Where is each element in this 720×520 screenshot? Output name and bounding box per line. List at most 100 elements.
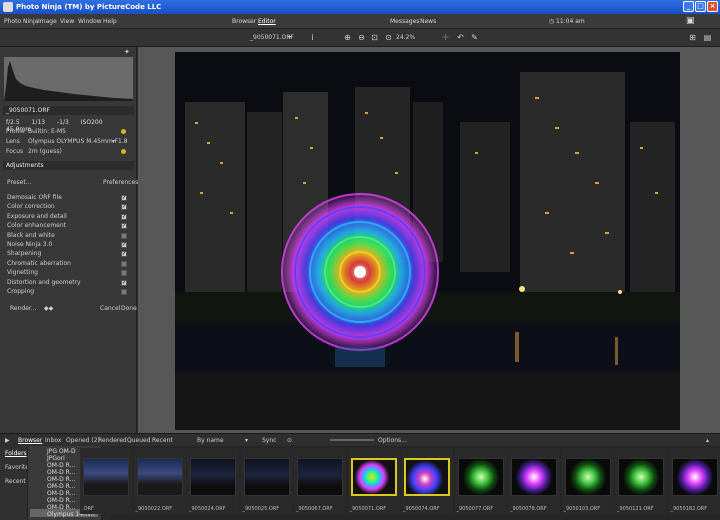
pen-icon[interactable]: ✎	[470, 33, 479, 42]
tab-messages[interactable]: Messages	[390, 18, 419, 25]
adjustment-label[interactable]: Chromatic aberration	[7, 260, 71, 267]
adjustment-label[interactable]: Vignetting	[7, 269, 38, 276]
render-button[interactable]: Render...	[10, 305, 37, 312]
thumbnail-tile[interactable]: _9050182.ORF	[668, 448, 720, 514]
maximize-button[interactable]: □	[695, 1, 706, 12]
exif-iso: ISO200	[80, 119, 103, 126]
folder-item[interactable]: OM-D R...	[47, 490, 75, 497]
done-button[interactable]: Done	[121, 305, 137, 312]
tab-queued[interactable]: Queued	[127, 437, 151, 444]
tab-browser-strip[interactable]: Browser	[18, 437, 42, 444]
zoom-out-icon[interactable]: ⊖	[357, 33, 366, 42]
panel-icon[interactable]: ▤	[703, 33, 712, 42]
thumbnail-tile[interactable]: _9050121.ORF	[615, 448, 667, 514]
expand-icon[interactable]: ▴	[706, 437, 709, 444]
thumbnail-tile[interactable]: _9050074.ORF	[401, 448, 453, 514]
fit-screen-icon[interactable]: ⊡	[370, 33, 379, 42]
thumbnail-tile[interactable]: _9050071.ORF	[347, 448, 400, 514]
menu-photo-ninja[interactable]: Photo Ninja	[4, 18, 38, 25]
adjustment-checkbox[interactable]: ✓	[121, 251, 127, 258]
thumbnail-tile[interactable]: _9050025.ORF	[240, 448, 293, 514]
tab-browser[interactable]: Browser	[232, 18, 256, 25]
chevron-down-icon[interactable]: ▾	[288, 34, 291, 41]
adjustment-label[interactable]: Color enhancement	[7, 222, 66, 229]
play-icon[interactable]: ◆◆	[44, 305, 53, 312]
photo-preview[interactable]	[175, 52, 680, 430]
refresh-icon[interactable]: ⊙	[287, 437, 292, 444]
folder-item[interactable]: JPGori	[47, 455, 65, 462]
thumb-size-slider[interactable]	[330, 439, 374, 441]
adjustment-checkbox[interactable]	[121, 260, 127, 267]
pin-icon[interactable]: ✦	[124, 48, 130, 56]
tab-rendered[interactable]: Rendered	[98, 437, 127, 444]
tab-inbox[interactable]: Inbox	[45, 437, 61, 444]
layout-icon[interactable]: ▣	[686, 16, 695, 26]
adjustment-checkbox[interactable]	[121, 232, 127, 239]
adjustment-label[interactable]: Sharpening	[7, 250, 41, 257]
zoom-in-icon[interactable]: ⊕	[343, 33, 352, 42]
thumbnail-tile[interactable]: _9050078.ORF	[508, 448, 560, 514]
adjustment-label[interactable]: Distortion and geometry	[7, 279, 81, 286]
thumbnail-tile[interactable]: .ORF	[80, 448, 132, 514]
folder-item[interactable]: OM-D R...	[47, 476, 75, 483]
adjustment-checkbox[interactable]: ✓	[121, 204, 127, 211]
folder-item[interactable]: OM-D R...	[47, 497, 75, 504]
folder-item[interactable]: JPG OM-D	[47, 448, 76, 455]
minimize-button[interactable]: _	[683, 1, 694, 12]
tab-opened[interactable]: Opened (2)	[66, 437, 100, 444]
preset-button[interactable]: Preset...	[7, 179, 31, 186]
adjustment-checkbox[interactable]: ✓	[121, 195, 127, 201]
adjustment-checkbox[interactable]: ✓	[121, 213, 127, 220]
profile-row[interactable]: Profile Builtin: E-M5	[6, 128, 66, 135]
menu-view[interactable]: View	[60, 18, 74, 25]
exif-summary: f/2.5 1/13 -1/3 ISO200 45.0mm	[6, 119, 136, 133]
folder-item[interactable]: OM-D R...	[47, 483, 75, 490]
folder-item[interactable]: OM-D R...	[47, 462, 75, 469]
adjustment-label[interactable]: Color correction	[7, 203, 55, 210]
adjustment-label[interactable]: Cropping	[7, 288, 34, 295]
menu-bar: Photo Ninja Image View Window Help Brows…	[0, 14, 720, 29]
actual-size-icon[interactable]: ⊙	[384, 33, 393, 42]
thumbnail-tile[interactable]: _9050067.ORF	[294, 448, 346, 514]
lens-row[interactable]: Lens Olympus OLYMPUS M.45mm F1.8	[6, 138, 128, 145]
info-icon[interactable]: i	[308, 33, 317, 42]
adjustment-checkbox[interactable]	[121, 270, 127, 277]
adjustments-header[interactable]: Adjustments	[3, 161, 134, 170]
menu-image[interactable]: Image	[38, 18, 57, 25]
undo-icon[interactable]: ↶	[456, 33, 465, 42]
folder-item[interactable]: OM-D R...	[47, 469, 75, 476]
options-button[interactable]: Options...	[378, 437, 407, 444]
adjustment-checkbox[interactable]: ✓	[121, 279, 127, 286]
nav-folders[interactable]: Folders	[5, 450, 27, 457]
focus-row[interactable]: Focus 2m (guess)	[6, 148, 62, 155]
image-workspace	[138, 47, 720, 433]
adjustment-checkbox[interactable]	[121, 289, 127, 295]
adjustment-label[interactable]: Black and white	[7, 232, 55, 239]
play-icon[interactable]: ▶	[5, 437, 10, 444]
chevron-down-icon[interactable]: ▾	[245, 437, 248, 444]
compare-icon[interactable]: ⊞	[688, 33, 697, 42]
thumbnail-tile[interactable]: _9050077.ORF	[454, 448, 507, 514]
menu-help[interactable]: Help	[103, 18, 117, 25]
adjustment-label[interactable]: Exposure and detail	[7, 213, 67, 220]
crosshair-icon[interactable]: ✛	[441, 33, 450, 42]
thumbnail-tile[interactable]: _9050103.ORF	[561, 448, 614, 514]
thumbnail-tile[interactable]: _9050024.ORF	[187, 448, 239, 514]
thumbnail-tile[interactable]: _9050022.ORF	[133, 448, 186, 514]
adjustment-checkbox[interactable]: ✓	[121, 242, 127, 248]
sync-button[interactable]: Sync	[262, 437, 276, 444]
adjustment-label[interactable]: Demosaic ORF file	[7, 194, 62, 201]
adjustment-label[interactable]: Noise Ninja 3.0	[7, 241, 52, 248]
nav-recent[interactable]: Recent	[5, 478, 26, 485]
adjustment-checkbox[interactable]: ✓	[121, 223, 127, 230]
lens-dropdown-icon[interactable]: ▾	[112, 138, 115, 145]
menu-window[interactable]: Window	[78, 18, 102, 25]
sort-select[interactable]: By name	[197, 437, 224, 444]
tab-recent[interactable]: Recent	[152, 437, 173, 444]
thumbnail-label: _9050067.ORF	[296, 506, 333, 512]
tab-news[interactable]: News	[420, 18, 436, 25]
folder-item[interactable]: OM-D R...	[47, 504, 75, 511]
cancel-button[interactable]: Cancel	[100, 305, 120, 312]
close-button[interactable]: ×	[707, 1, 718, 12]
tab-editor[interactable]: Editor	[258, 18, 276, 25]
